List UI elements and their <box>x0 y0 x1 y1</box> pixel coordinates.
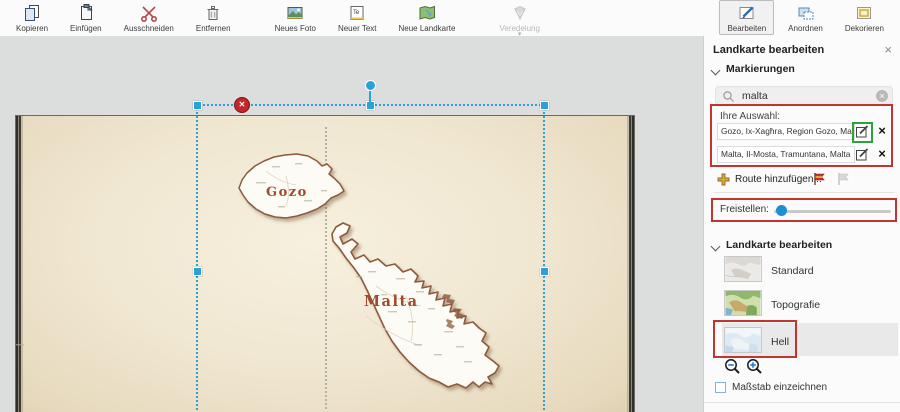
text-icon: Te <box>347 3 367 23</box>
scale-checkbox[interactable] <box>715 382 726 393</box>
rotation-handle[interactable] <box>365 80 376 91</box>
chevron-down-icon[interactable] <box>711 242 721 252</box>
route-flag-disabled-icon <box>835 171 851 187</box>
toolbar-right-group: Bearbeiten Anordnen Dekorieren <box>719 0 898 35</box>
arrange-mode-label: Anordnen <box>788 24 823 33</box>
app-window: Kopieren Einfügen Ausschneiden Entfernen… <box>0 0 900 412</box>
style-thumb-standard[interactable] <box>724 256 762 282</box>
route-flag-icon[interactable] <box>811 171 827 187</box>
new-map-label: Neue Landkarte <box>399 24 456 33</box>
map-element-selection[interactable] <box>196 104 545 412</box>
paste-label: Einfügen <box>70 24 102 33</box>
remove-label: Entfernen <box>196 24 231 33</box>
svg-text:Te: Te <box>352 9 360 16</box>
panel-title: Landkarte bearbeiten <box>713 44 824 56</box>
edit-place-icon[interactable] <box>855 147 870 162</box>
close-icon[interactable]: × <box>884 42 892 57</box>
edit-place-icon[interactable] <box>855 124 870 139</box>
remove-place-button[interactable]: × <box>875 147 889 161</box>
scale-checkbox-label: Maßstab einzeichnen <box>732 382 827 393</box>
toolbar-left-group: Kopieren Einfügen Ausschneiden Entfernen… <box>0 0 554 39</box>
add-route-button[interactable]: Route hinzufügen... <box>717 172 822 187</box>
copy-icon <box>22 3 42 23</box>
embellishment-button: Veredelung ▾ <box>491 0 547 39</box>
map-edit-panel: Landkarte bearbeiten × Markierungen malt… <box>703 36 900 412</box>
cut-label: Ausschneiden <box>124 24 174 33</box>
add-route-label: Route hinzufügen... <box>735 174 822 185</box>
zoom-in-icon[interactable] <box>746 358 763 375</box>
selection-handle-mid-right[interactable] <box>540 267 549 276</box>
arrange-mode-button[interactable]: Anordnen <box>780 0 831 35</box>
decorate-mode-button[interactable]: Dekorieren <box>837 0 892 35</box>
copy-label: Kopieren <box>16 24 48 33</box>
style-thumb-hell[interactable] <box>724 327 762 353</box>
remove-place-button[interactable]: × <box>875 124 889 138</box>
decorate-mode-label: Dekorieren <box>845 24 884 33</box>
add-plus-icon <box>717 173 730 186</box>
selection-handle-top-right[interactable] <box>540 101 549 110</box>
freistellen-slider-track[interactable] <box>774 210 891 213</box>
arrange-icon <box>796 3 816 23</box>
diamond-icon <box>510 3 530 23</box>
new-map-button[interactable]: Neue Landkarte <box>391 0 464 39</box>
search-icon <box>722 90 735 103</box>
selected-place-row[interactable]: Gozo, Ix-Xagħra, Region Gozo, Malta <box>717 123 855 140</box>
edit-mode-button[interactable]: Bearbeiten <box>719 0 774 35</box>
canvas-workspace: Gozo Malta ✕ <box>0 36 703 412</box>
freistellen-label: Freistellen: <box>720 204 769 215</box>
freistellen-slider-handle[interactable] <box>776 205 787 216</box>
scissors-icon <box>139 3 159 23</box>
paste-button[interactable]: Einfügen <box>62 0 110 39</box>
new-photo-label: Neues Foto <box>275 24 316 33</box>
style-thumb-topografie[interactable] <box>724 290 762 316</box>
selection-handle-top-left[interactable] <box>193 101 202 110</box>
section-markierungen-header[interactable]: Markierungen <box>726 63 795 75</box>
search-clear-button[interactable]: × <box>876 90 888 102</box>
selected-place-row[interactable]: Malta, Il-Mosta, Tramuntana, Malta <box>717 146 855 163</box>
selection-handle-mid-left[interactable] <box>193 267 202 276</box>
selection-list-label: Ihre Auswahl: <box>720 111 780 122</box>
paste-icon <box>76 3 96 23</box>
map-icon <box>417 3 437 23</box>
search-value: malta <box>742 90 768 102</box>
style-label-hell[interactable]: Hell <box>771 336 789 348</box>
remove-button[interactable]: Entfernen <box>188 0 239 39</box>
style-label-topografie[interactable]: Topografie <box>771 299 820 311</box>
photo-icon <box>285 3 305 23</box>
trash-icon <box>203 3 223 23</box>
divider <box>704 402 900 403</box>
section-map-edit-header[interactable]: Landkarte bearbeiten <box>726 239 832 251</box>
edit-icon <box>737 3 757 23</box>
chevron-down-icon[interactable] <box>711 66 721 76</box>
edit-mode-label: Bearbeiten <box>727 24 766 33</box>
cut-button[interactable]: Ausschneiden <box>116 0 182 39</box>
decorate-icon <box>854 3 874 23</box>
new-text-label: Neuer Text <box>338 24 377 33</box>
new-text-button[interactable]: Te Neuer Text <box>330 0 385 39</box>
copy-button[interactable]: Kopieren <box>8 0 56 39</box>
delete-element-handle[interactable]: ✕ <box>234 97 250 113</box>
style-label-standard[interactable]: Standard <box>771 265 814 277</box>
toolbar: Kopieren Einfügen Ausschneiden Entfernen… <box>0 0 900 37</box>
new-photo-button[interactable]: Neues Foto <box>267 0 324 39</box>
zoom-out-icon[interactable] <box>724 358 741 375</box>
divider <box>713 192 895 193</box>
location-search-input[interactable]: malta × <box>715 86 893 105</box>
